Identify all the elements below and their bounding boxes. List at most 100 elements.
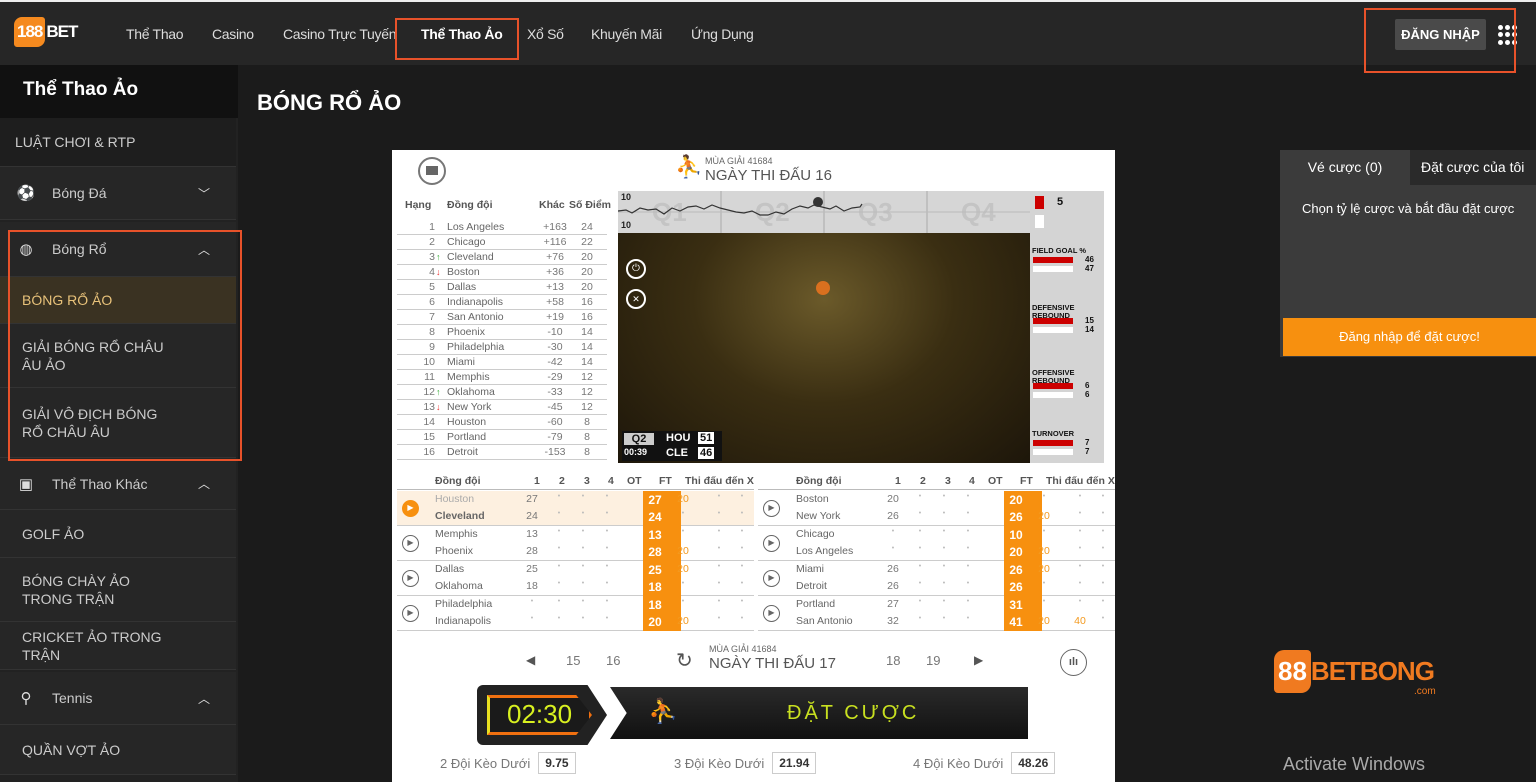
score-cell: • bbox=[557, 545, 561, 552]
rank-down-icon: ↓ bbox=[436, 267, 441, 277]
matchday-19[interactable]: 19 bbox=[926, 653, 940, 668]
score-cell: 24 bbox=[648, 510, 662, 524]
place-bet-button[interactable]: ⛹ ĐẶT CƯỢC bbox=[610, 687, 1028, 739]
score-cell: 18 bbox=[648, 580, 662, 594]
sidebar-item[interactable]: LUẬT CHƠI & RTP bbox=[0, 118, 236, 167]
score-cell: • bbox=[717, 510, 721, 517]
results-header: 4 bbox=[608, 475, 614, 487]
nav-the-thao[interactable]: Thể Thao bbox=[126, 26, 184, 42]
basketball-player-icon: ⛹ bbox=[675, 154, 703, 179]
match-row[interactable]: ▶ Memphis 13 • • • 13 • • • Phoenix 28 • • • 28 20 • • bbox=[397, 526, 754, 561]
score-cell: • bbox=[717, 580, 721, 587]
odds-option[interactable]: 3 Đội Kèo Dưới 21.94 bbox=[674, 752, 817, 774]
score-cell: • bbox=[581, 598, 585, 605]
score-cell: • bbox=[942, 510, 946, 517]
standings-row: 16 Detroit -153 8 bbox=[397, 445, 607, 460]
matchday-16[interactable]: 16 bbox=[606, 653, 620, 668]
login-button[interactable]: ĐĂNG NHẬP bbox=[1395, 19, 1486, 50]
match-row[interactable]: ▶ Boston 20 • • • 20 • • • New York 26 • • • 26 20 • • bbox=[758, 491, 1115, 526]
nav-khuyen-mai[interactable]: Khuyến Mãi bbox=[591, 26, 662, 42]
match-row[interactable]: ▶ Portland 27 • • • 31 • • • San Antonio 32 • • • 41 20 4… bbox=[758, 596, 1115, 631]
play-icon[interactable]: ▶ bbox=[763, 500, 780, 517]
nav-casino[interactable]: Casino bbox=[212, 26, 254, 42]
activate-windows-notice: Activate Windows bbox=[1283, 754, 1426, 774]
sidebar-item[interactable]: QUẦN VỢT ẢO bbox=[0, 725, 236, 775]
monitor-icon: ▣ bbox=[18, 475, 34, 493]
goal-diff: -153 bbox=[544, 446, 566, 458]
score-cell: • bbox=[605, 598, 609, 605]
menu-icon[interactable] bbox=[418, 157, 446, 185]
results-header: 2 bbox=[920, 475, 926, 487]
sidebar-item[interactable]: GOLF ẢO bbox=[0, 510, 236, 558]
nav-ung-dung[interactable]: Ứng Dụng bbox=[691, 26, 754, 42]
odds-value[interactable]: 9.75 bbox=[538, 752, 576, 774]
brand-logo[interactable]: 188 BET bbox=[14, 17, 78, 47]
play-icon[interactable]: ▶ bbox=[402, 535, 419, 552]
score-cell: 20 bbox=[887, 493, 899, 505]
refresh-icon[interactable]: ↻ bbox=[676, 648, 693, 673]
sidebar-item[interactable]: ◍ Bóng Rổ ︿ bbox=[0, 222, 236, 277]
score-cell: • bbox=[942, 598, 946, 605]
tab-bet-slip[interactable]: Vé cược (0) bbox=[1280, 150, 1410, 185]
nav-the-thao-ao[interactable]: Thể Thao Ảo bbox=[421, 26, 503, 42]
match-row[interactable]: ▶ Philadelphia • • • • 18 • • • Indianapolis • • • • 20… bbox=[397, 596, 754, 631]
sidebar-item[interactable]: BÓNG RỔ ẢO bbox=[0, 277, 236, 324]
match-row[interactable]: ▶ Miami 26 • • • 26 20 • • Detroit 26 • • • 26 • • • bbox=[758, 561, 1115, 596]
stats-chart-icon[interactable]: ılı bbox=[1060, 649, 1087, 676]
odds-option[interactable]: 4 Đội Kèo Dưới 48.26 bbox=[913, 752, 1056, 774]
nav-xo-so[interactable]: Xổ Số bbox=[527, 26, 564, 42]
points: 8 bbox=[584, 431, 590, 443]
score-cell: • bbox=[605, 528, 609, 535]
play-icon[interactable]: ▶ bbox=[763, 570, 780, 587]
match-row[interactable]: ▶ Houston 27 • • • 27 20 • • Cleveland 24 • • • 24 • • • bbox=[397, 491, 754, 526]
prev-arrow-icon[interactable]: ◀ bbox=[526, 653, 535, 667]
results-header: 4 bbox=[969, 475, 975, 487]
odds-option[interactable]: 2 Đội Kèo Dưới 9.75 bbox=[440, 752, 576, 774]
rank: 14 bbox=[423, 416, 435, 428]
nav-casino-truc-tuyen[interactable]: Casino Trực Tuyến bbox=[283, 26, 397, 42]
sidebar-item-label: GIẢI BÓNG RỔ CHÂU ÂU ẢO bbox=[22, 338, 164, 373]
stat-home: 46 bbox=[1085, 255, 1094, 264]
sidebar-item[interactable]: ⚲ Tennis ︿ bbox=[0, 672, 236, 725]
sb-home: HOU bbox=[666, 432, 691, 444]
match-row[interactable]: ▶ Chicago • • • • 10 • • • Los Angeles • • • • 20 20 • • bbox=[758, 526, 1115, 561]
sidebar-item[interactable]: GIẢI BÓNG RỔ CHÂU ÂU ẢO bbox=[0, 324, 236, 388]
matchday-18[interactable]: 18 bbox=[886, 653, 900, 668]
sidebar-item[interactable]: BÓNG CHÀY ẢO TRONG TRẬN bbox=[0, 558, 236, 622]
results-header: 3 bbox=[945, 475, 951, 487]
next-arrow-icon[interactable]: ▶ bbox=[974, 653, 983, 667]
odds-value[interactable]: 21.94 bbox=[772, 752, 817, 774]
sidebar-item[interactable]: ▣ Thể Thao Khác ︿ bbox=[0, 458, 236, 510]
sb-quarter: Q2 bbox=[624, 433, 654, 445]
points: 20 bbox=[581, 266, 593, 278]
sidebar-item[interactable]: ⚽ Bóng Đá ﹀ bbox=[0, 167, 236, 220]
sidebar-item[interactable]: GIẢI VÔ ĐỊCH BÓNG RỔ CHÂU ÂU bbox=[0, 388, 236, 458]
play-icon[interactable]: ▶ bbox=[763, 605, 780, 622]
live-video[interactable]: 10 10 Q1 Q2 Q3 Q4 ⏻ ✕ Q2 00:39 HOU 51 CL… bbox=[618, 191, 1030, 463]
results-header: 1 bbox=[534, 475, 540, 487]
play-icon[interactable]: ▶ bbox=[402, 500, 419, 517]
scoreboard-overlay: Q2 00:39 HOU 51 CLE 46 bbox=[622, 431, 722, 461]
apps-grid-icon[interactable] bbox=[1498, 25, 1518, 45]
score-cell: • bbox=[581, 580, 585, 587]
play-icon[interactable]: ▶ bbox=[402, 570, 419, 587]
login-to-bet-button[interactable]: Đăng nhập để đặt cược! bbox=[1283, 318, 1536, 356]
score-cell: • bbox=[530, 615, 534, 622]
betslip-panel: Vé cược (0) Đặt cược của tôi Chọn tỷ lệ … bbox=[1280, 150, 1536, 357]
score-cell: • bbox=[918, 528, 922, 535]
score-cell: 20 bbox=[677, 615, 689, 627]
power-icon[interactable]: ⏻ bbox=[626, 259, 646, 279]
sidebar-item[interactable]: CRICKET ẢO TRONG TRẬN bbox=[0, 622, 236, 670]
score-cell: • bbox=[966, 580, 970, 587]
match-row[interactable]: ▶ Dallas 25 • • • 25 20 • • Oklahoma 18 • • • 18 • • • bbox=[397, 561, 754, 596]
play-icon[interactable]: ▶ bbox=[763, 535, 780, 552]
score-cell: 20 bbox=[1038, 563, 1050, 575]
standings-row: 14 Houston -60 8 bbox=[397, 415, 607, 430]
col-points: Số Điểm bbox=[569, 199, 612, 211]
mute-icon[interactable]: ✕ bbox=[626, 289, 646, 309]
odds-value[interactable]: 48.26 bbox=[1011, 752, 1056, 774]
play-icon[interactable]: ▶ bbox=[402, 605, 419, 622]
tab-my-bets[interactable]: Đặt cược của tôi bbox=[1410, 150, 1536, 185]
matchday-15[interactable]: 15 bbox=[566, 653, 580, 668]
score-cell: • bbox=[1101, 563, 1105, 570]
